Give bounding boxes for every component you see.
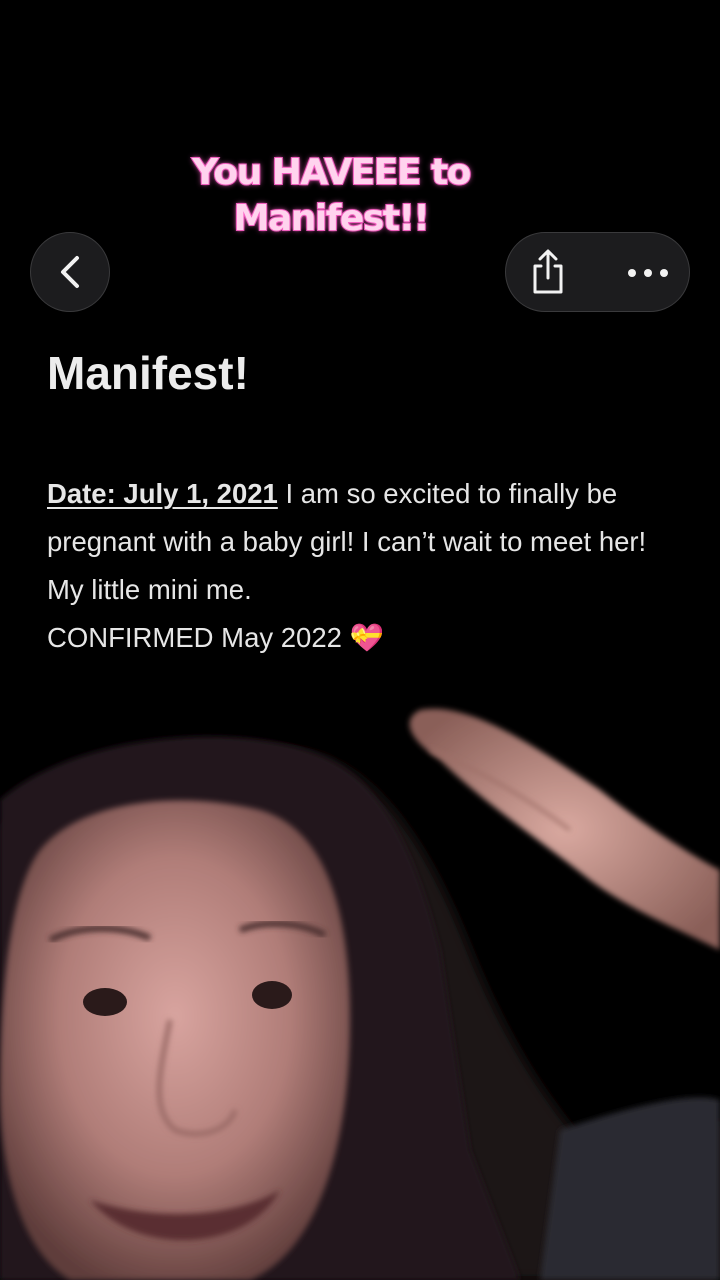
heart-gift-icon: 💝: [349, 622, 384, 653]
overlay-caption: You HAVEEE to Manifest!!: [150, 150, 512, 242]
caption-line-1: You HAVEEE to: [191, 151, 472, 194]
actions-pill: [505, 232, 690, 312]
note-title: Manifest!: [47, 347, 249, 399]
more-options-button[interactable]: [618, 253, 678, 293]
caption-line-2: Manifest!!: [233, 197, 431, 240]
person-photo: [0, 708, 720, 1280]
note-body: Date: July 1, 2021 I am so excited to fi…: [47, 470, 677, 662]
confirmed-text: CONFIRMED May 2022: [47, 622, 350, 653]
share-button[interactable]: [524, 247, 572, 297]
chevron-left-icon: [61, 256, 79, 288]
ellipsis-icon: [628, 269, 668, 277]
back-button[interactable]: [30, 232, 110, 312]
date-link[interactable]: Date: July 1, 2021: [47, 478, 278, 509]
share-icon: [533, 249, 563, 294]
